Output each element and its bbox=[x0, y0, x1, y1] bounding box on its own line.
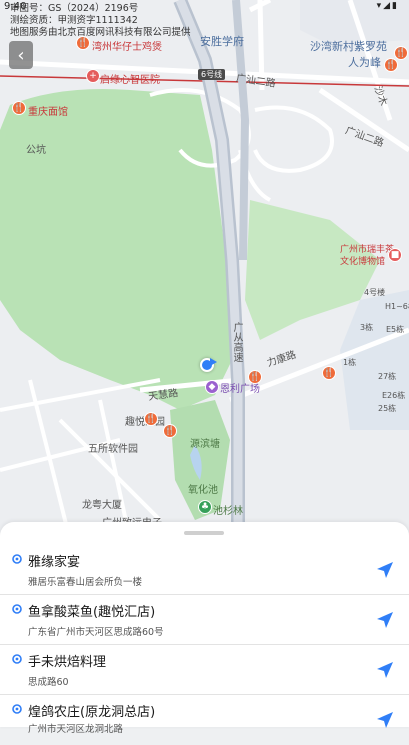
park-icon[interactable]: ♣ bbox=[198, 500, 212, 514]
map-license: 审图号：GS（2024）2196号 测绘资质：甲测资字1111342 地图服务由… bbox=[10, 3, 191, 39]
map-label: H1~6栋 bbox=[385, 302, 409, 311]
map-label: 五所软件园 bbox=[88, 444, 138, 455]
restaurant-icon[interactable]: 🍴 bbox=[76, 36, 90, 50]
map-label: 源滨塘 bbox=[190, 439, 220, 450]
status-icons: ▾◢▮ bbox=[376, 1, 399, 11]
location-pin-icon bbox=[12, 704, 22, 714]
map-label: 广从高速 bbox=[231, 322, 242, 362]
navigate-icon[interactable] bbox=[374, 559, 396, 581]
result-name: 手未烘焙料理 bbox=[28, 655, 107, 670]
map-label: E5栋 bbox=[386, 325, 405, 334]
map-label: 龙粤大厦 bbox=[82, 500, 122, 511]
map-label: 25栋 bbox=[378, 404, 397, 413]
back-button[interactable]: ‹ bbox=[9, 41, 33, 69]
map-label: 4号楼 bbox=[364, 288, 386, 297]
shopping-icon[interactable]: ◆ bbox=[205, 380, 219, 394]
result-address: 思成路60 bbox=[28, 677, 69, 688]
map-label: 沙湾新村紫罗苑 bbox=[310, 40, 387, 53]
chevron-left-icon: ‹ bbox=[17, 44, 25, 66]
restaurant-icon[interactable]: 🍴 bbox=[384, 58, 398, 72]
drag-handle[interactable] bbox=[184, 531, 224, 535]
map-label: 3栋 bbox=[360, 323, 374, 332]
map-label: 安胜学府 bbox=[200, 35, 244, 48]
license-line: 审图号：GS（2024）2196号 bbox=[10, 3, 139, 14]
map-label: 1栋 bbox=[343, 358, 357, 367]
map-label: 27栋 bbox=[378, 372, 397, 381]
results-sheet[interactable]: 雅缘家宴 雅居乐富春山居会所负一楼 鱼拿酸菜鱼(趣悦汇店) 广东省广州市天河区思… bbox=[0, 522, 409, 735]
map-label: 湾州华仔士鸡煲 bbox=[92, 42, 162, 53]
map-label: 重庆面馆 bbox=[28, 107, 68, 118]
result-item[interactable]: 煌鸽农庄(原龙洞总店) 广州市天河区龙洞北路 bbox=[0, 695, 409, 745]
map-label: 人为峰 bbox=[348, 56, 381, 69]
location-pin-icon bbox=[12, 654, 22, 664]
navigate-icon[interactable] bbox=[374, 709, 396, 731]
map-label: 启缘心智医院 bbox=[100, 75, 160, 86]
result-address: 雅居乐富春山居会所负一楼 bbox=[28, 577, 143, 588]
location-pin-icon bbox=[12, 554, 22, 564]
restaurant-icon[interactable]: 🍴 bbox=[12, 101, 26, 115]
restaurant-icon[interactable]: 🍴 bbox=[144, 412, 158, 426]
result-address: 广东省广州市天河区思成路60号 bbox=[28, 627, 164, 638]
restaurant-icon[interactable]: 🍴 bbox=[248, 370, 262, 384]
result-name: 鱼拿酸菜鱼(趣悦汇店) bbox=[28, 605, 156, 620]
navigate-icon[interactable] bbox=[374, 609, 396, 631]
location-pin-icon bbox=[12, 604, 22, 614]
result-item[interactable]: 鱼拿酸菜鱼(趣悦汇店) 广东省广州市天河区思成路60号 bbox=[0, 595, 409, 645]
result-item[interactable]: 雅缘家宴 雅居乐富春山居会所负一楼 bbox=[0, 545, 409, 595]
map-label: 公坑 bbox=[26, 145, 46, 156]
map-label: E26栋 bbox=[382, 391, 406, 400]
map-label: 池杉林 bbox=[213, 506, 243, 517]
result-name: 雅缘家宴 bbox=[28, 555, 81, 570]
result-address: 广州市天河区龙洞北路 bbox=[28, 724, 124, 735]
restaurant-icon[interactable]: 🍴 bbox=[394, 46, 408, 60]
restaurant-icon[interactable]: 🍴 bbox=[163, 424, 177, 438]
map-canvas bbox=[0, 0, 409, 540]
map-view[interactable]: 9:40 ▾◢▮ 审图号：GS（2024）2196号 测绘资质：甲测资字1111… bbox=[0, 0, 409, 540]
hospital-icon[interactable]: + bbox=[86, 69, 100, 83]
museum-icon[interactable]: ■ bbox=[388, 248, 402, 262]
navigate-icon[interactable] bbox=[374, 659, 396, 681]
result-name: 煌鸽农庄(原龙洞总店) bbox=[28, 705, 156, 720]
heading-arrow-icon bbox=[210, 358, 217, 366]
license-line: 测绘资质：甲测资字1111342 bbox=[10, 15, 138, 26]
restaurant-icon[interactable]: 🍴 bbox=[322, 366, 336, 380]
map-label: 氧化池 bbox=[188, 485, 218, 496]
result-item[interactable]: 手未烘焙料理 思成路60 bbox=[0, 645, 409, 695]
map-label: 6号线 bbox=[198, 69, 226, 80]
